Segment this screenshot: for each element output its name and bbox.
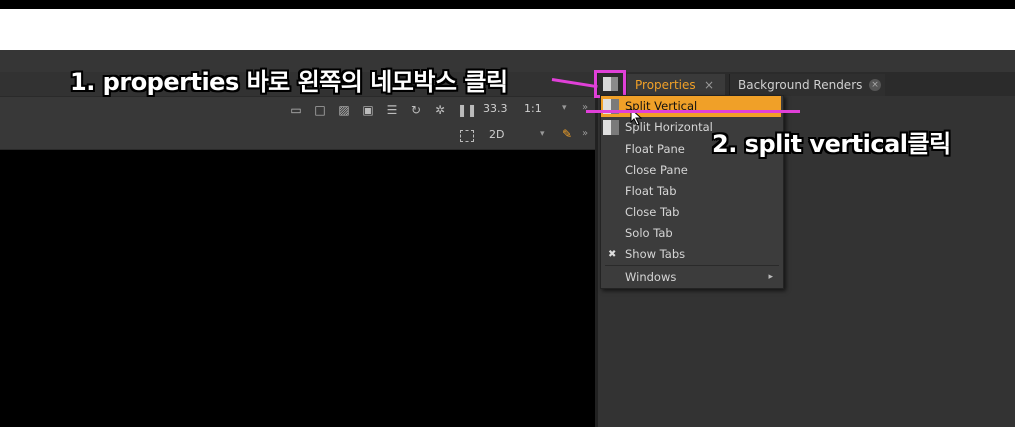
chevron-down-icon[interactable]: ▾	[540, 129, 545, 139]
close-icon[interactable]: ×	[869, 79, 881, 91]
overlay-icon[interactable]: ▣	[361, 103, 375, 117]
annotation-underline	[586, 110, 800, 113]
menu-item-close-tab[interactable]: Close Tab	[601, 202, 781, 223]
viewer-canvas[interactable]	[0, 150, 596, 427]
rect-icon[interactable]: □	[313, 103, 327, 117]
frame-icon[interactable]: ▭	[289, 103, 303, 117]
menu-item-label: Windows	[625, 270, 677, 284]
menu-item-windows[interactable]: Windows ▸	[601, 267, 781, 288]
tab-label: Background Renders	[738, 78, 863, 92]
gear-icon[interactable]: ✲	[433, 103, 447, 117]
view-mode-dropdown[interactable]: 2D	[489, 128, 504, 141]
pause-icon[interactable]: ❚❚	[457, 103, 477, 117]
stripes-icon[interactable]: ▨	[337, 103, 351, 117]
selection-icon[interactable]	[460, 130, 474, 142]
tab-label: Properties	[635, 78, 696, 92]
menu-item-split-vertical[interactable]: Split Vertical	[601, 96, 781, 117]
lines-icon[interactable]: ☰	[385, 103, 399, 117]
menu-separator	[605, 265, 779, 266]
expand-icon[interactable]: »	[582, 128, 588, 139]
annotation-step-1: 1. properties 바로 왼쪽의 네모박스 클릭	[70, 68, 508, 96]
annotation-highlight-box	[594, 70, 626, 98]
menu-item-label: Close Tab	[625, 205, 680, 219]
annotation-step-2: 2. split vertical클릭	[712, 130, 951, 158]
zoom-field[interactable]: 33.3	[483, 102, 508, 115]
ratio-dropdown[interactable]: 1:1	[524, 102, 542, 115]
tab-properties[interactable]: Properties ×	[627, 74, 725, 96]
menu-item-label: Show Tabs	[625, 247, 686, 261]
menu-item-label: Float Tab	[625, 184, 677, 198]
check-icon: ✖	[608, 249, 617, 260]
menu-item-label: Float Pane	[625, 142, 685, 156]
menu-item-show-tabs[interactable]: ✖ Show Tabs	[601, 244, 781, 265]
chevron-right-icon: ▸	[768, 272, 773, 282]
menu-item-float-tab[interactable]: Float Tab	[601, 181, 781, 202]
menu-item-solo-tab[interactable]: Solo Tab	[601, 223, 781, 244]
split-horizontal-icon	[603, 120, 619, 135]
close-icon[interactable]: ×	[703, 79, 715, 91]
viewer-toolbar-bottom	[0, 123, 596, 150]
refresh-icon[interactable]: ↻	[409, 103, 423, 117]
menu-item-label: Solo Tab	[625, 226, 673, 240]
top-black-bar	[0, 0, 1015, 9]
menu-item-close-pane[interactable]: Close Pane	[601, 160, 781, 181]
color-picker-icon[interactable]: ✎	[562, 127, 572, 141]
chevron-down-icon[interactable]: ▾	[562, 103, 567, 113]
tab-background-renders[interactable]: Background Renders ×	[729, 74, 885, 96]
menu-item-label: Close Pane	[625, 163, 688, 177]
